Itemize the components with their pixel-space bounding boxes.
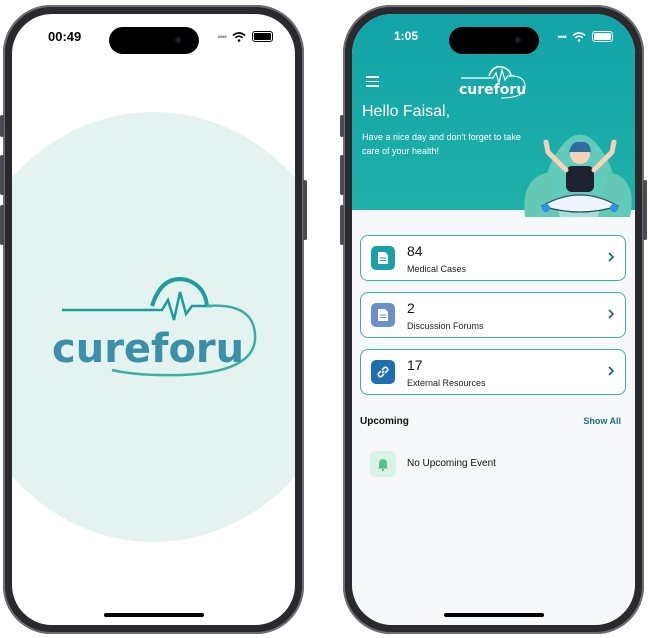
battery-icon <box>252 31 273 42</box>
status-time: 1:05 <box>394 29 419 43</box>
signal-dots-icon: •••• <box>217 31 227 42</box>
volume-down-button <box>0 205 4 245</box>
wifi-icon <box>572 31 586 42</box>
side-button <box>0 115 4 137</box>
power-button <box>303 180 307 240</box>
external-resources-count: 17 <box>407 357 423 373</box>
cureforu-logo: cureforu <box>459 65 526 99</box>
dynamic-island <box>448 27 539 54</box>
no-upcoming-event-text: No Upcoming Event <box>407 458 496 469</box>
medical-cases-card[interactable]: 84 Medical Cases <box>360 235 626 281</box>
home-indicator <box>103 613 204 617</box>
chevron-right-icon <box>608 366 615 376</box>
show-all-link[interactable]: Show All <box>583 416 621 426</box>
greeting-subtitle: Have a nice day and don't forget to take… <box>362 132 521 156</box>
home-indicator <box>443 613 544 617</box>
svg-text:cureforu: cureforu <box>52 326 244 372</box>
phone-splash: 00:49 •••• cureforu <box>0 5 307 634</box>
chevron-right-icon <box>608 309 615 319</box>
dynamic-island <box>108 27 199 54</box>
bell-icon <box>370 451 396 477</box>
link-icon <box>371 360 395 384</box>
meditation-illustration <box>524 134 632 217</box>
external-resources-card[interactable]: 17 External Resources <box>360 349 626 395</box>
discussion-forums-count: 2 <box>407 300 415 316</box>
power-button <box>643 180 647 240</box>
medical-cases-label: Medical Cases <box>407 264 467 274</box>
document-icon <box>371 303 395 327</box>
chevron-right-icon <box>608 252 615 262</box>
dashboard-screen: cureforu Hello Faisal, Have a nice day a… <box>352 14 635 625</box>
volume-up-button <box>0 155 4 195</box>
volume-down-button <box>340 205 344 245</box>
medical-cases-count: 84 <box>407 243 423 259</box>
phone-dashboard: cureforu Hello Faisal, Have a nice day a… <box>340 5 647 634</box>
status-time: 00:49 <box>48 29 82 44</box>
discussion-forums-label: Discussion Forums <box>407 321 484 331</box>
battery-icon <box>592 31 613 42</box>
document-icon <box>371 246 395 270</box>
svg-text:cureforu: cureforu <box>459 82 526 98</box>
side-button <box>340 115 344 137</box>
menu-icon[interactable] <box>366 76 379 87</box>
splash-screen: 00:49 •••• cureforu <box>12 14 295 625</box>
cureforu-logo: cureforu <box>52 277 257 377</box>
external-resources-label: External Resources <box>407 378 486 388</box>
greeting-text: Hello Faisal, <box>362 103 451 120</box>
upcoming-title: Upcoming <box>360 416 409 427</box>
wifi-icon <box>232 31 246 42</box>
signal-dots-icon: •••• <box>557 31 567 42</box>
discussion-forums-card[interactable]: 2 Discussion Forums <box>360 292 626 338</box>
volume-up-button <box>340 155 344 195</box>
